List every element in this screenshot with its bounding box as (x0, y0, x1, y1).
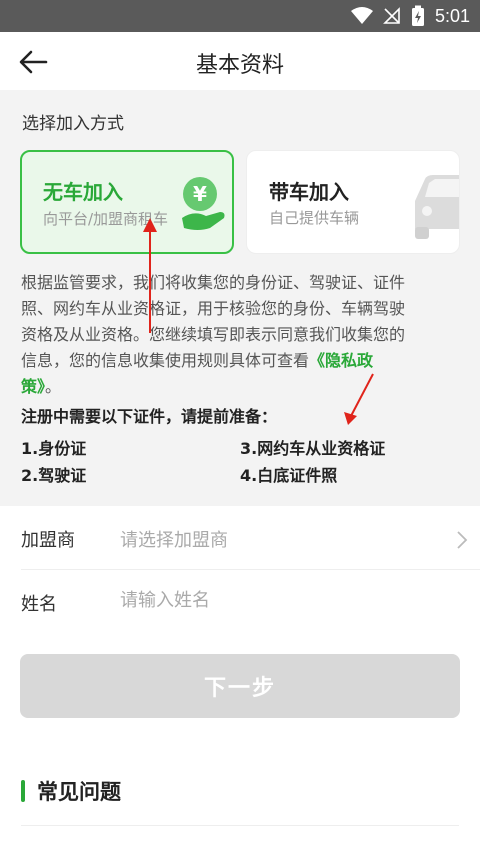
requirement-item: 4.白底证件照 (240, 466, 338, 485)
privacy-notice: 根据监管要求，我们将收集您的身份证、驾驶证、证件 照、网约车从业资格证，用于核验… (21, 270, 461, 400)
form: 加盟商 请选择加盟商 姓名 (0, 506, 480, 636)
status-time: 5:01 (434, 5, 470, 26)
page-title: 基本资料 (195, 53, 284, 78)
franchise-label: 加盟商 (21, 530, 75, 551)
svg-text:¥: ¥ (193, 182, 207, 206)
name-input[interactable] (120, 590, 440, 611)
notice-line: 照、网约车从业资格证，用于核验您的身份、车辆驾驶 (21, 299, 406, 318)
join-option-with-car[interactable]: 带车加入 自己提供车辆 (246, 150, 460, 254)
notice-line: 资格及从业资格。您继续填写即表示同意我们收集您的 (21, 325, 406, 344)
requirements-title: 注册中需要以下证件，请提前准备： (21, 407, 278, 426)
car-icon (415, 175, 459, 239)
notice-end: 。 (45, 377, 62, 396)
requirement-item: 3.网约车从业资格证 (240, 439, 386, 458)
privacy-policy-link[interactable]: 《隐私政 (309, 351, 373, 370)
notice-line: 根据监管要求，我们将收集您的身份证、驾驶证、证件 (21, 273, 406, 292)
requirement-item: 2.驾驶证 (21, 466, 87, 485)
battery-charging-icon (411, 5, 424, 26)
name-label: 姓名 (21, 594, 57, 615)
join-option-no-car[interactable]: 无车加入 向平台/加盟商租车 ¥ (20, 150, 234, 254)
faq-accent-bar (21, 780, 25, 802)
franchise-row[interactable]: 加盟商 请选择加盟商 (0, 506, 480, 570)
signal-off-icon (383, 7, 400, 24)
join-option-title: 带车加入 (269, 180, 349, 204)
next-button[interactable]: 下一步 (20, 654, 460, 718)
franchise-select[interactable]: 请选择加盟商 (120, 526, 440, 552)
header: 基本资料 (0, 32, 480, 90)
requirement-item: 1.身份证 (21, 439, 87, 458)
faq-title: 常见问题 (37, 780, 121, 804)
privacy-policy-link[interactable]: 策》 (21, 377, 45, 396)
join-option-subtitle: 自己提供车辆 (269, 209, 360, 227)
notice-line: 策》。 (21, 374, 461, 400)
name-row: 姓名 (0, 570, 480, 634)
divider (21, 825, 459, 826)
yen-hand-icon: ¥ (182, 177, 225, 230)
wifi-icon (350, 7, 373, 24)
status-bar: 5:01 (0, 0, 480, 32)
join-option-subtitle: 向平台/加盟商租车 (43, 210, 169, 228)
notice-line-text: 信息，您的信息收集使用规则具体可查看 (21, 351, 310, 370)
join-section-title: 选择加入方式 (22, 114, 124, 134)
join-option-title: 无车加入 (43, 180, 123, 204)
notice-line: 信息，您的信息收集使用规则具体可查看《隐私政 (21, 348, 461, 374)
annotation-arrowhead (344, 412, 357, 425)
chevron-right-icon (457, 531, 468, 549)
